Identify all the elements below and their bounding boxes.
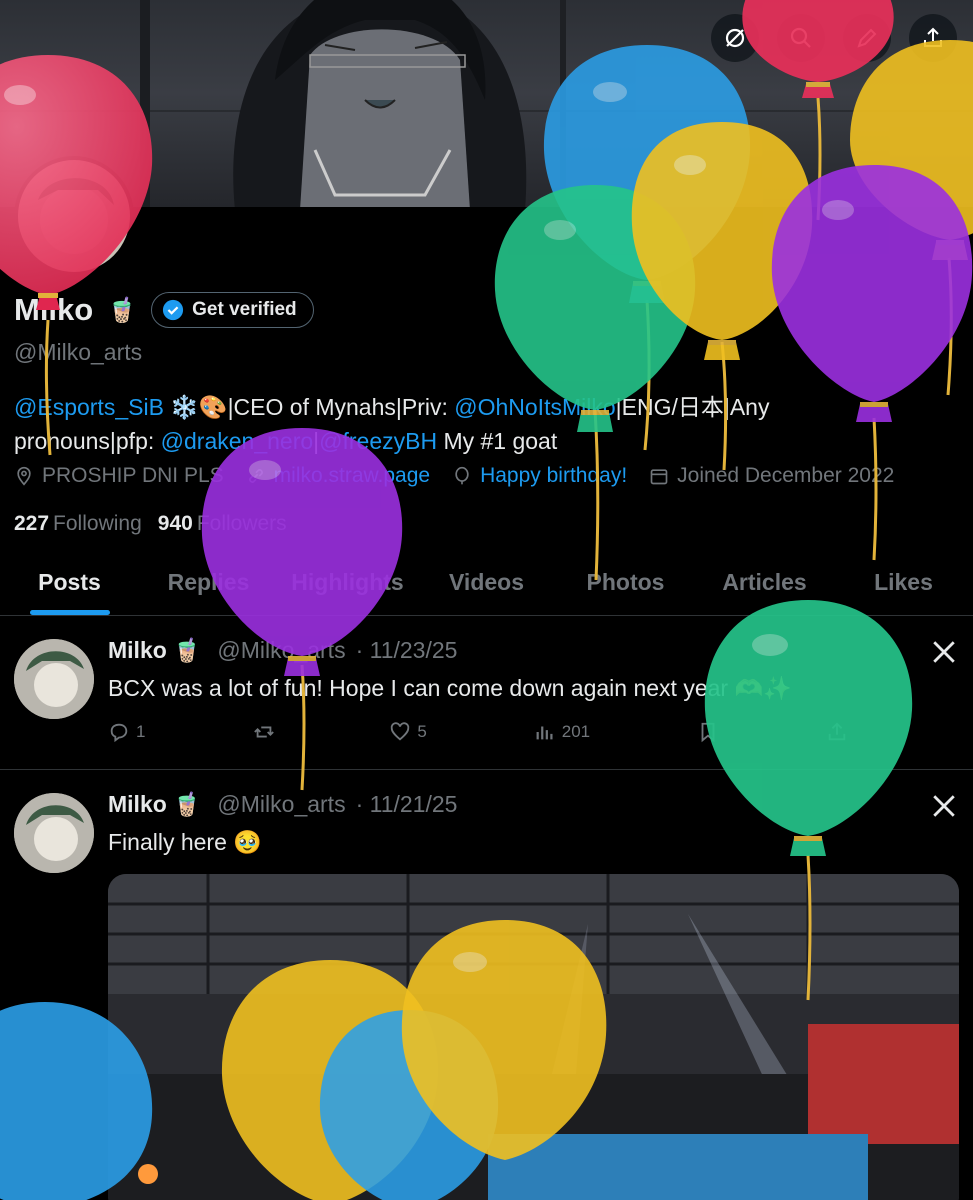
tab-articles[interactable]: Articles [695,556,834,615]
post-date[interactable]: · 11/21/25 [356,791,458,818]
followers-label: Followers [196,512,287,535]
location: PROSHIP DNI PLS [14,464,224,488]
birthday-text: Happy birthday! [480,464,628,487]
bio-text: My #1 goat [437,428,558,454]
views-icon [536,726,553,740]
post-item[interactable]: Milko 🧋 @Milko_arts · 11/23/25 BCX was a… [0,617,973,770]
location-pin-icon [17,466,31,486]
post-header: Milko 🧋 @Milko_arts · 11/23/25 [108,637,457,664]
post-author-name[interactable]: Milko [108,637,167,664]
bio-mention-priv[interactable]: @OhNoItsMilko [454,394,615,420]
tab-highlights[interactable]: Highlights [278,556,417,615]
bio-mention-esports[interactable]: @Esports_SiB [14,394,164,420]
edit-icon[interactable] [843,14,891,62]
search-icon[interactable] [777,14,825,62]
bio-mention-freezy[interactable]: @freezyBH [319,428,437,454]
banner-character-art [233,0,527,207]
like-count: 5 [417,722,427,741]
website[interactable]: milko.straw.page [246,464,430,488]
post-author-handle[interactable]: @Milko_arts [217,791,345,818]
bio-text: pronouns|pfp: [14,428,161,454]
reply-icon [110,723,128,743]
views-button[interactable]: 201 [534,721,590,743]
following-label: Following [53,512,142,535]
profile-tabs: Posts Replies Highlights Videos Photos A… [0,556,973,616]
x-logo-icon [933,641,955,663]
post-date[interactable]: · 11/23/25 [356,637,458,664]
followers-count: 940 [157,512,193,535]
birthday: Happy birthday! [452,464,627,488]
profile-bio: @Esports_SiB ❄️🎨|CEO of Mynahs|Priv: @Oh… [14,390,914,458]
heart-icon [391,722,410,741]
bookmark-icon [701,722,715,743]
reply-count: 1 [136,722,146,741]
link-icon [248,469,263,483]
balloon-icon [455,466,469,485]
post-text: Finally here 🥹 [108,829,262,855]
share-icon[interactable] [909,14,957,62]
tab-replies[interactable]: Replies [139,556,278,615]
verified-badge-icon [163,299,184,321]
post-media-image[interactable] [108,874,959,1200]
no-sync-icon[interactable] [711,14,759,62]
repost-button[interactable] [252,721,282,743]
post-item[interactable]: Milko 🧋 @Milko_arts · 11/21/25 Finally h… [0,771,973,1200]
reply-button[interactable]: 1 [108,721,145,743]
joined: Joined December 2022 [649,464,894,488]
display-name: Milko [14,292,94,327]
post-actions: 1 5 201 [108,721,848,743]
post-avatar[interactable] [14,639,94,719]
profile-avatar[interactable] [14,156,134,276]
share-post-button[interactable] [826,721,848,743]
tab-photos[interactable]: Photos [556,556,695,615]
post-avatar[interactable] [14,793,94,873]
get-verified-label: Get verified [192,299,297,320]
following-count: 227 [14,512,50,535]
share-icon [828,722,846,741]
bio-text: |ENG/日本|Any [615,394,770,420]
profile-meta: PROSHIP DNI PLS milko.straw.page Happy b… [14,464,894,488]
location-text: PROSHIP DNI PLS [42,464,224,487]
x-logo-icon [933,795,955,817]
tab-likes[interactable]: Likes [834,556,973,615]
views-count: 201 [561,722,591,741]
tab-videos[interactable]: Videos [417,556,556,615]
bookmark-button[interactable] [697,721,719,743]
joined-text: Joined December 2022 [677,464,895,487]
like-button[interactable]: 5 [389,721,427,743]
top-actions-bar [711,14,957,62]
following-stat[interactable]: 227 Following [14,512,142,536]
calendar-icon [650,469,668,485]
follow-stats: 227 Following 940 Followers [14,512,287,536]
repost-icon [254,726,275,738]
post-author-emoji: 🧋 [172,637,202,663]
bio-mention-pfp[interactable]: @draken_nero [161,428,314,454]
name-row: Milko 🧋 Get verified [14,292,314,328]
bio-text: ❄️🎨|CEO of Mynahs|Priv: [163,394,455,420]
post-author-name[interactable]: Milko [108,791,167,818]
name-emoji: 🧋 [107,296,138,324]
post-author-emoji: 🧋 [172,791,202,817]
profile-handle: @Milko_arts [14,339,143,365]
post-header: Milko 🧋 @Milko_arts · 11/21/25 [108,791,457,818]
get-verified-button[interactable]: Get verified [151,292,314,328]
post-text: BCX was a lot of fun! Hope I can come do… [108,675,792,701]
post-author-handle[interactable]: @Milko_arts [217,637,345,664]
followers-stat[interactable]: 940 Followers [158,512,287,536]
website-link[interactable]: milko.straw.page [274,464,430,488]
tab-posts[interactable]: Posts [0,556,139,615]
